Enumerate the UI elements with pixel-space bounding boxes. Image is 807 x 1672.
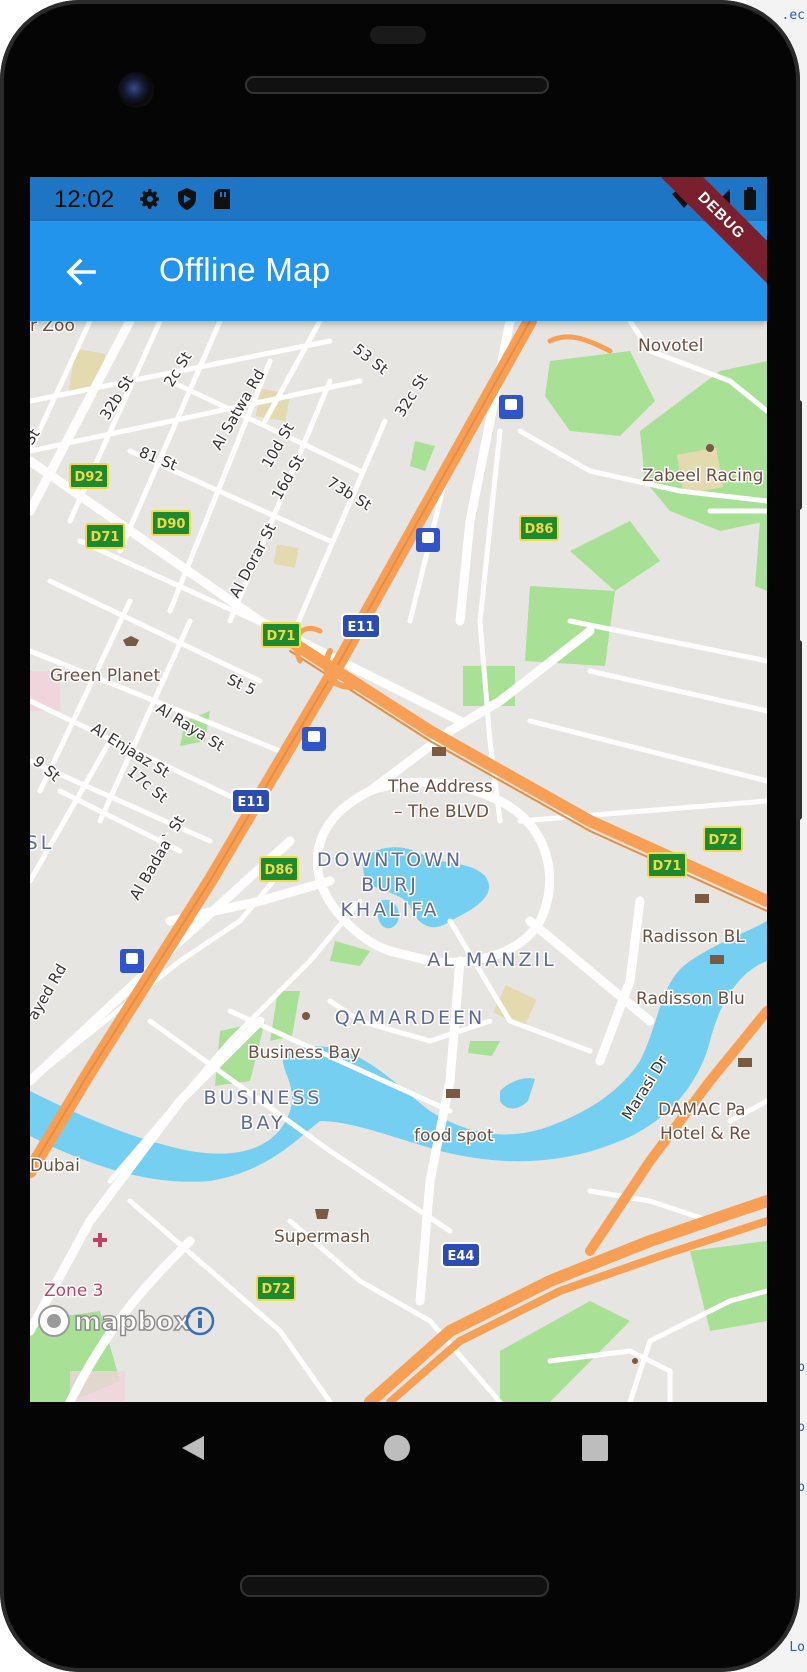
shield-d72: D72	[262, 1282, 291, 1297]
district-label: BURJ	[361, 874, 419, 896]
district-label: BUSINESS	[204, 1087, 323, 1109]
earpiece-speaker	[245, 76, 549, 94]
circle-home-icon[interactable]	[383, 1434, 411, 1466]
front-camera	[118, 72, 154, 108]
shield-d90: D90	[157, 517, 186, 532]
place-label: Business Bay	[248, 1043, 361, 1063]
page-title: Offline Map	[159, 251, 331, 288]
place-label: Zabeel Racing S	[642, 466, 767, 486]
shield-e11: E11	[238, 795, 265, 810]
status-time: 12:02	[54, 186, 115, 213]
district-label: AL MANZIL	[427, 949, 556, 971]
place-label: Novotel	[638, 336, 703, 356]
place-label: Radisson Blu	[636, 989, 745, 1009]
shield-e11: E11	[348, 620, 375, 635]
shield-d86: D86	[525, 522, 554, 537]
bottom-speaker	[240, 1575, 549, 1597]
place-label: Dubai	[30, 1156, 80, 1176]
shield-e44: E44	[448, 1249, 475, 1264]
place-label: Supermash	[274, 1227, 370, 1247]
place-label: DAMAC Pa	[658, 1100, 746, 1120]
shield-d92: D92	[75, 470, 104, 485]
shield-d72: D72	[709, 833, 738, 848]
place-label: Hotel & Re	[660, 1124, 751, 1144]
place-label: – The BLVD	[394, 802, 489, 822]
shield-d71: D71	[91, 530, 120, 545]
phone-frame: 12:02 Offline Map DEBUG D92 D90 D71 D71 …	[0, 0, 802, 1672]
screen: 12:02 Offline Map DEBUG D92 D90 D71 D71 …	[30, 177, 767, 1402]
district-label: QAMARDEEN	[335, 1007, 485, 1029]
status-bar: 12:02	[30, 177, 767, 221]
district-label: SL	[30, 832, 54, 854]
place-label: food spot	[414, 1126, 494, 1146]
volume-button	[796, 400, 802, 510]
triangle-back-icon[interactable]	[180, 1434, 206, 1466]
background-link: Lo	[789, 1640, 805, 1655]
top-slot	[370, 26, 426, 44]
place-label: Radisson BL	[642, 927, 745, 947]
sd-card-icon	[212, 187, 232, 215]
map-view[interactable]: D92 D90 D71 D71 D86 D86 D72 D71 D72 E11 …	[30, 314, 767, 1402]
district-label: KHALIFA	[340, 899, 439, 921]
mapbox-logo[interactable]: mapbox	[38, 1305, 191, 1338]
district-label: DOWNTOWN	[317, 849, 463, 871]
app-bar: Offline Map	[30, 221, 767, 321]
shield-d86: D86	[265, 863, 294, 878]
power-button	[796, 640, 802, 820]
mapbox-wordmark: mapbox	[74, 1307, 191, 1337]
square-recents-icon[interactable]	[582, 1435, 608, 1465]
android-nav-bar	[0, 1402, 800, 1492]
arrow-left-icon	[66, 258, 96, 286]
back-button[interactable]	[58, 249, 104, 295]
shield-icon	[176, 187, 198, 215]
place-label: The Address	[387, 777, 493, 797]
place-label: Green Planet	[50, 666, 161, 686]
place-label: r Zoo	[30, 321, 75, 336]
shield-d71: D71	[653, 859, 682, 874]
district-label: BAY	[240, 1112, 285, 1134]
gear-icon	[138, 187, 162, 215]
battery-icon	[743, 187, 757, 215]
background-link: .ec	[781, 8, 805, 23]
shield-d71: D71	[267, 629, 296, 644]
place-label: Zone 3	[44, 1281, 104, 1301]
